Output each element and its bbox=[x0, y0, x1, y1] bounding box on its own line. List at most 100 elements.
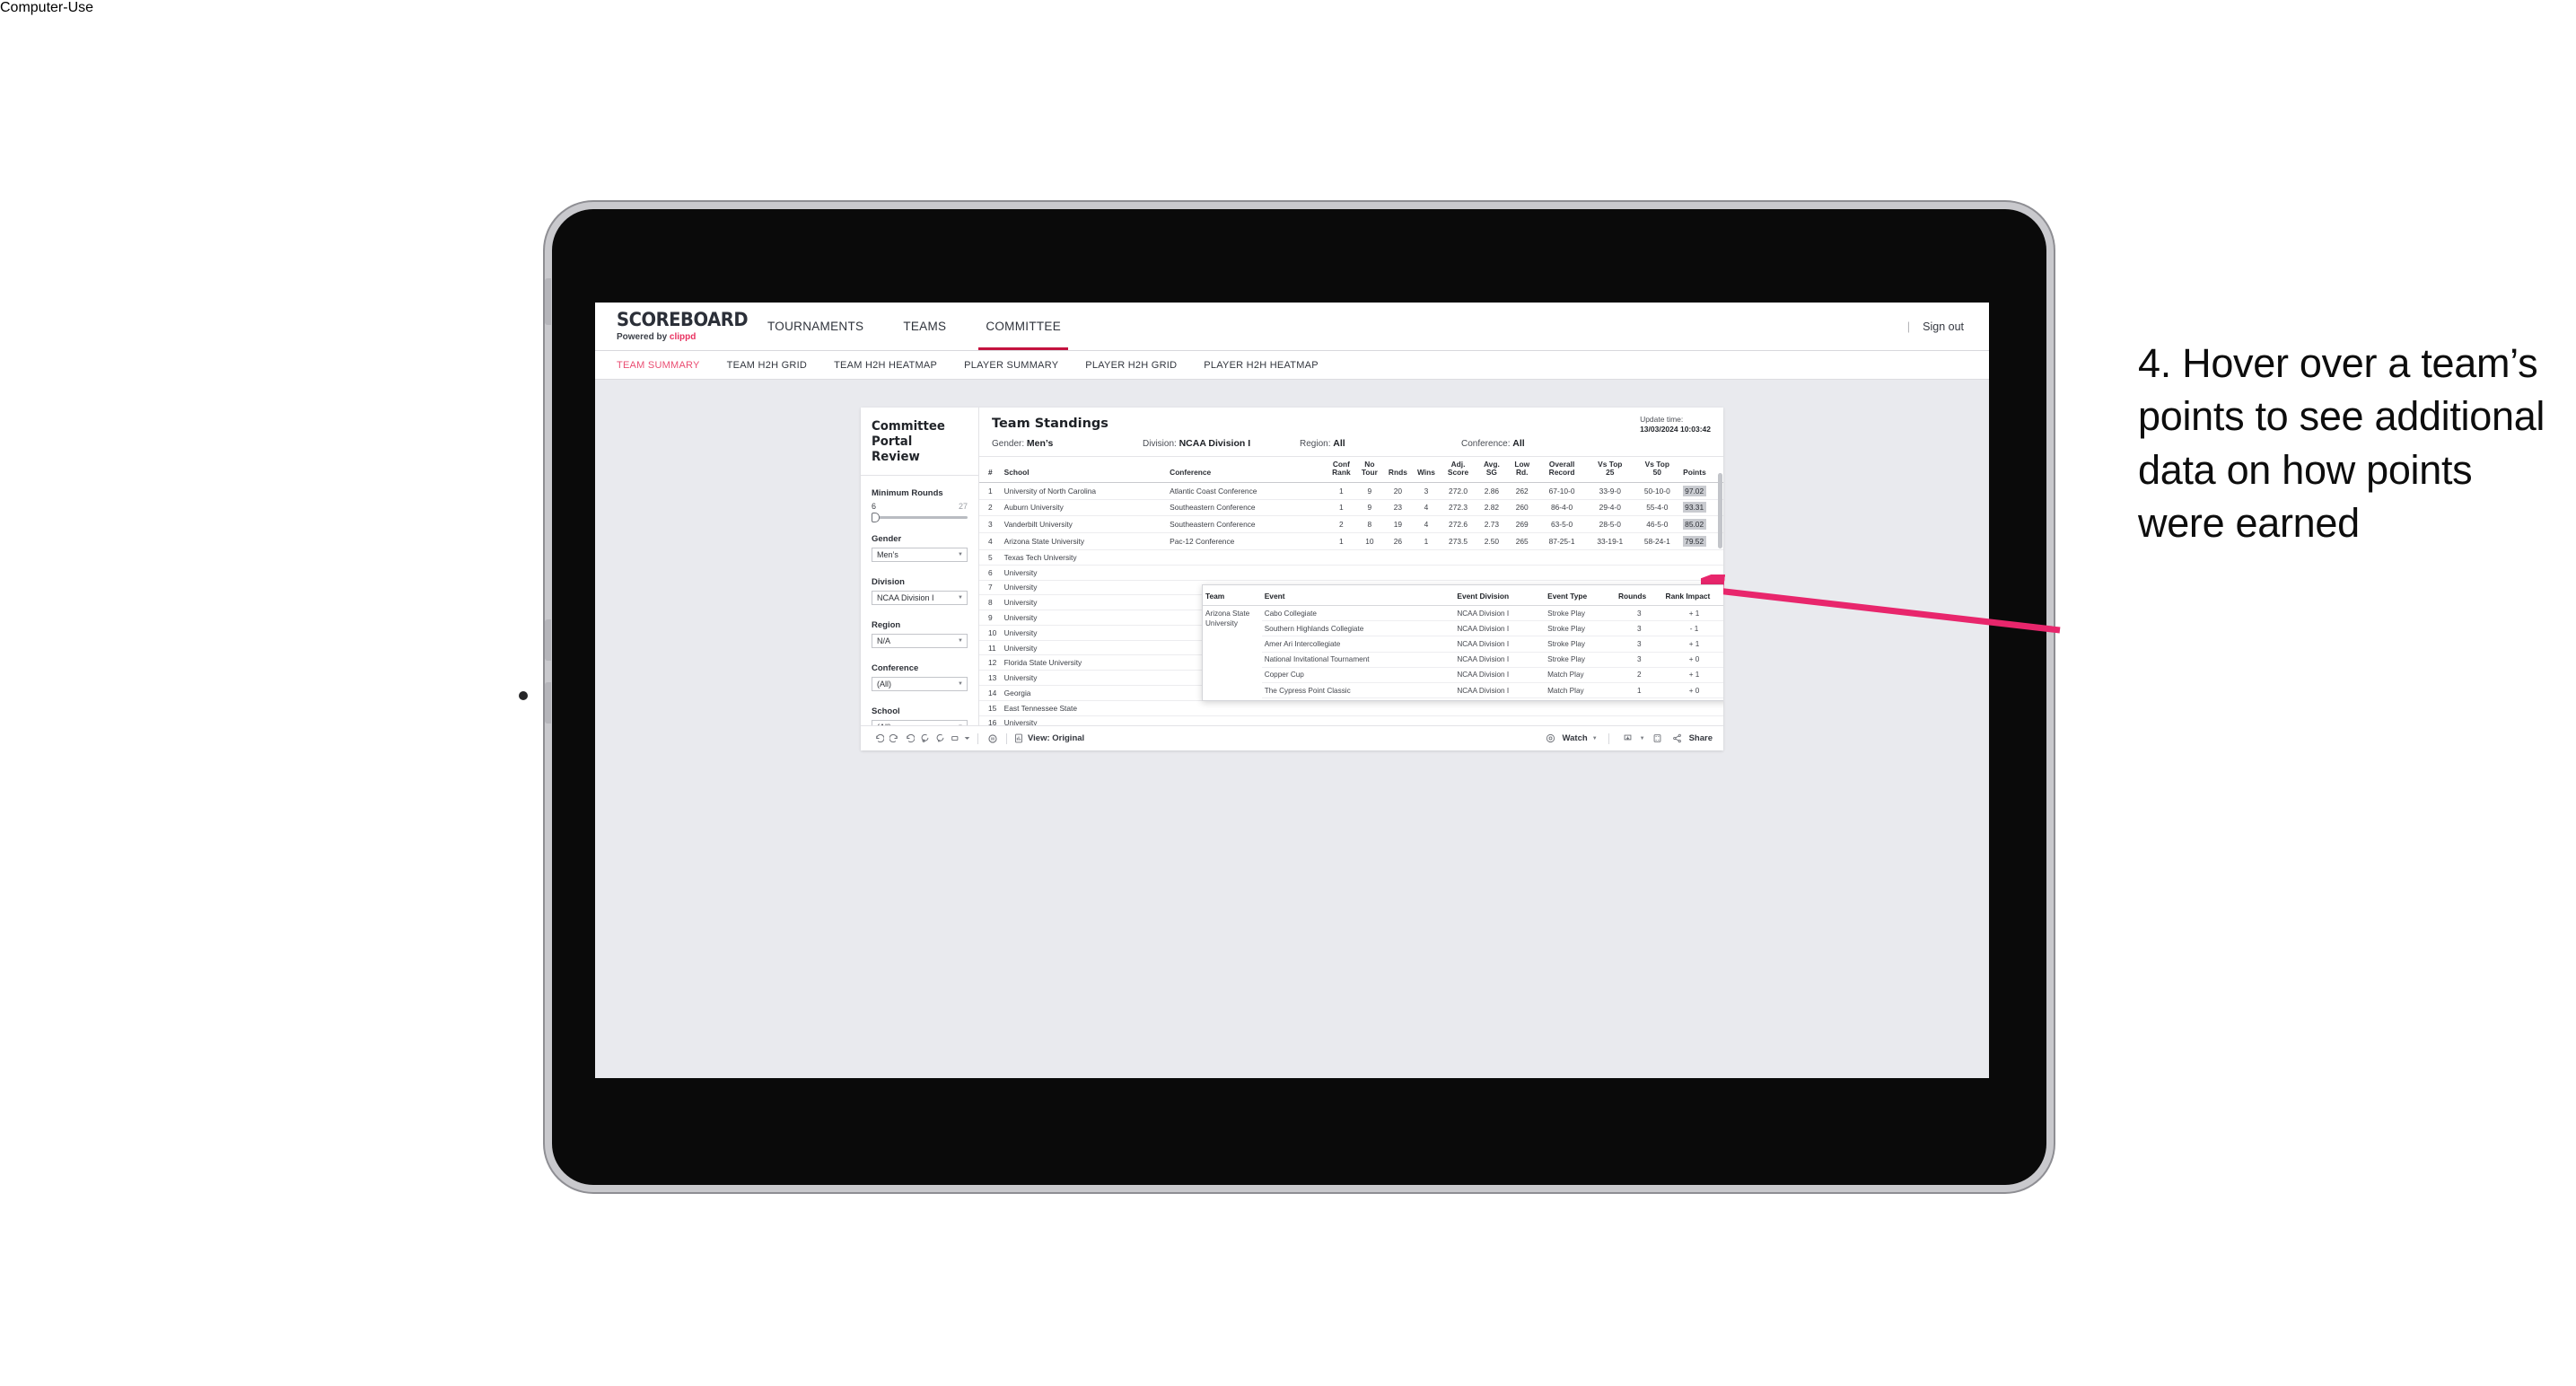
watch-label[interactable]: Watch bbox=[1563, 733, 1588, 743]
meta-conference: Conference: All bbox=[1461, 438, 1525, 449]
cell-10: 87-25-1 bbox=[1537, 532, 1588, 550]
th-overall-record[interactable]: Overall Record bbox=[1537, 457, 1588, 483]
standings-header-row: # School Conference Conf Rank No Tour Rnds… bbox=[979, 457, 1723, 483]
cell-0: 2 bbox=[979, 499, 1003, 517]
share-icon[interactable] bbox=[1669, 731, 1685, 746]
tooltip-cell-2: Match Play bbox=[1545, 667, 1616, 683]
th-wins[interactable]: Wins bbox=[1412, 457, 1441, 483]
cell-2: Pac-12 Conference bbox=[1168, 532, 1327, 550]
th-adj-score[interactable]: Adj. Score bbox=[1440, 457, 1476, 483]
table-row[interactable]: 1 University of North Carolina Atlantic Co… bbox=[979, 482, 1723, 500]
minimum-rounds-slider-handle[interactable] bbox=[872, 513, 880, 523]
chevron-down-icon[interactable] bbox=[963, 731, 971, 746]
cell-0: 16 bbox=[979, 715, 1003, 725]
th-no-tour[interactable]: No Tour bbox=[1355, 457, 1384, 483]
th-rnds[interactable]: Rnds bbox=[1383, 457, 1413, 483]
vertical-scrollbar[interactable] bbox=[1718, 473, 1722, 548]
signout-divider: | bbox=[1906, 320, 1911, 333]
minimum-rounds-slider[interactable] bbox=[872, 513, 968, 523]
cell-13: 85.02 bbox=[1681, 515, 1723, 534]
division-select[interactable]: NCAA Division I ▼ bbox=[872, 591, 968, 606]
share-label[interactable]: Share bbox=[1689, 733, 1713, 743]
signout-area: | Sign out bbox=[1907, 303, 1989, 350]
table-row[interactable]: 6 University bbox=[979, 565, 1723, 581]
filters-header: Committee Portal Review bbox=[861, 417, 978, 477]
refresh-data-icon[interactable] bbox=[917, 731, 933, 746]
update-time-value: 13/03/2024 10:03:42 bbox=[1640, 425, 1711, 434]
revert-icon[interactable] bbox=[902, 731, 917, 746]
th-vs-top-25[interactable]: Vs Top 25 bbox=[1587, 457, 1634, 483]
th-points[interactable]: Points bbox=[1681, 457, 1723, 483]
download-icon[interactable] bbox=[1620, 731, 1635, 746]
cell-8: 2.86 bbox=[1476, 482, 1508, 500]
gender-select[interactable]: Men’s ▼ bbox=[872, 548, 968, 563]
table-row[interactable]: 5 Texas Tech University bbox=[979, 549, 1723, 566]
table-row[interactable]: 3 Vanderbilt University Southeastern Confe… bbox=[979, 515, 1723, 534]
points-bar[interactable]: 93.31 bbox=[1683, 502, 1707, 513]
cell-13: 79.52 bbox=[1681, 532, 1723, 550]
meta-gender-label: Gender: bbox=[992, 439, 1025, 449]
tablet-volume-down-button[interactable] bbox=[545, 682, 551, 724]
cell-1: Auburn University bbox=[1002, 499, 1169, 517]
undo-icon[interactable] bbox=[872, 731, 887, 746]
cell-1: University of North Carolina bbox=[1002, 482, 1169, 500]
points-bar[interactable]: 85.02 bbox=[1683, 519, 1707, 531]
th-rank[interactable]: # bbox=[979, 457, 1003, 483]
tablet-power-button[interactable] bbox=[545, 278, 551, 325]
table-row[interactable]: 16 University bbox=[979, 715, 1723, 725]
th-avg-sg[interactable]: Avg. SG bbox=[1476, 457, 1508, 483]
table-row[interactable]: 2 Auburn University Southeastern Conferenc… bbox=[979, 499, 1723, 517]
pause-refresh-icon[interactable] bbox=[985, 731, 1000, 746]
redo-icon[interactable] bbox=[887, 731, 902, 746]
cell-5 bbox=[1383, 549, 1413, 566]
conference-select[interactable]: (All) ▼ bbox=[872, 677, 968, 692]
tooltip-cell-2: Stroke Play bbox=[1545, 620, 1616, 637]
callout-arrow-icon bbox=[1701, 575, 2061, 634]
tooltip-cell-4: + 1 bbox=[1662, 636, 1723, 653]
pause-auto-update-icon[interactable] bbox=[933, 731, 948, 746]
cell-4 bbox=[1355, 549, 1384, 566]
nav-item-tournaments[interactable]: TOURNAMENTS bbox=[748, 303, 883, 350]
points-bar[interactable]: 79.52 bbox=[1683, 536, 1707, 548]
region-select[interactable]: N/A ▼ bbox=[872, 634, 968, 649]
cell-5: 23 bbox=[1383, 499, 1413, 517]
nav-item-committee[interactable]: COMMITTEE bbox=[966, 303, 1081, 350]
chevron-down-icon[interactable]: ▼ bbox=[1592, 736, 1598, 741]
cell-11 bbox=[1587, 549, 1634, 566]
tablet-volume-up-button[interactable] bbox=[545, 619, 551, 661]
minimum-rounds-range: 6 27 bbox=[872, 502, 968, 511]
tab-team-h2h-grid[interactable]: TEAM H2H GRID bbox=[727, 360, 807, 371]
th-conference[interactable]: Conference bbox=[1168, 457, 1327, 483]
view-original-button[interactable]: View: Original bbox=[1013, 731, 1084, 746]
cell-4: 10 bbox=[1355, 532, 1384, 550]
toolbar-divider bbox=[1608, 732, 1609, 744]
chevron-down-icon[interactable]: ▼ bbox=[1640, 736, 1645, 741]
tab-player-h2h-heatmap[interactable]: PLAYER H2H HEATMAP bbox=[1204, 360, 1319, 371]
table-row[interactable]: 4 Arizona State University Pac-12 Conferen… bbox=[979, 532, 1723, 550]
tab-team-summary[interactable]: TEAM SUMMARY bbox=[617, 360, 700, 371]
nav-item-teams[interactable]: TEAMS bbox=[883, 303, 966, 350]
standings-table-wrap[interactable]: # School Conference Conf Rank No Tour Rnds… bbox=[979, 457, 1723, 725]
table-row[interactable]: 15 East Tennessee State bbox=[979, 700, 1723, 716]
tab-player-summary[interactable]: PLAYER SUMMARY bbox=[964, 360, 1058, 371]
brand-logo[interactable]: SCOREBOARD Powered by clippd bbox=[595, 303, 749, 350]
meta-division-value: NCAA Division I bbox=[1178, 438, 1251, 449]
tab-player-h2h-grid[interactable]: PLAYER H2H GRID bbox=[1085, 360, 1177, 371]
tooltip-row: Arizona State University Cabo Collegiate N… bbox=[1203, 605, 1723, 700]
chevron-down-icon: ▼ bbox=[958, 638, 963, 645]
points-bar[interactable]: 97.02 bbox=[1683, 485, 1707, 496]
cell-12 bbox=[1633, 549, 1682, 566]
panel-title-line2: Portal Review bbox=[872, 434, 920, 465]
tab-team-h2h-heatmap[interactable]: TEAM H2H HEATMAP bbox=[834, 360, 937, 371]
fullscreen-icon[interactable] bbox=[1650, 731, 1665, 746]
th-conf-rank[interactable]: Conf Rank bbox=[1327, 457, 1356, 483]
th-low-rd[interactable]: Low Rd. bbox=[1507, 457, 1538, 483]
tooltip-header-row: Team Event Event Division Event Type Rou… bbox=[1203, 585, 1723, 606]
th-school[interactable]: School bbox=[1002, 457, 1169, 483]
signout-link[interactable]: Sign out bbox=[1923, 320, 1964, 333]
th-vs-top-50[interactable]: Vs Top 50 bbox=[1633, 457, 1682, 483]
cell-9: 269 bbox=[1507, 515, 1538, 534]
device-preview-icon[interactable] bbox=[948, 731, 963, 746]
cell-11 bbox=[1587, 565, 1634, 581]
cell-5: 26 bbox=[1383, 532, 1413, 550]
